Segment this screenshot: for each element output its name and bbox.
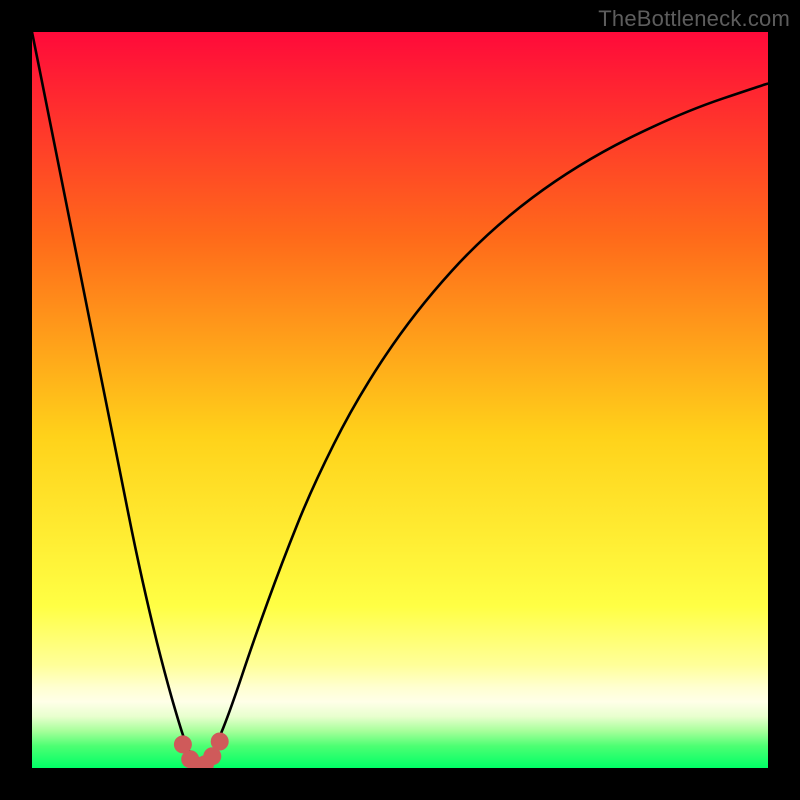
highlight-markers (174, 733, 229, 769)
chart-frame: TheBottleneck.com (0, 0, 800, 800)
curve-layer (32, 32, 768, 768)
bottleneck-curve (32, 32, 768, 766)
plot-area (32, 32, 768, 768)
highlight-marker (211, 733, 229, 751)
watermark-text: TheBottleneck.com (598, 6, 790, 32)
